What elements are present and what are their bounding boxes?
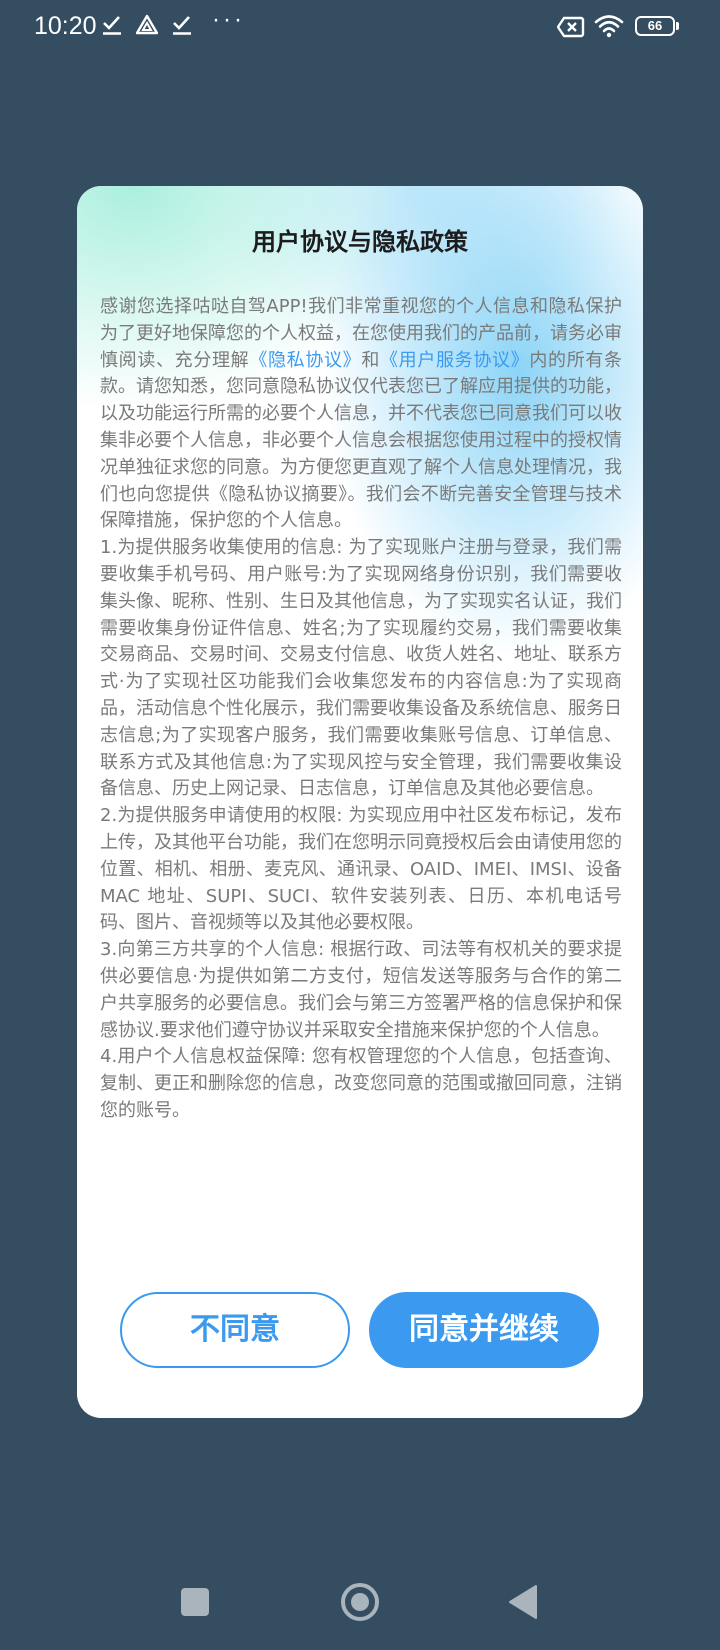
more-notifications-icon: ··· bbox=[212, 6, 245, 33]
dialog-body: 感谢您选择咕哒自驾APP!我们非常重视您的个人信息和隐私保护为了更好地保障您的个… bbox=[100, 294, 622, 1125]
status-bar: 10:20 ··· 66 bbox=[0, 0, 720, 56]
user-service-agreement-link[interactable]: 《用户服务协议》 bbox=[380, 350, 529, 371]
home-icon[interactable] bbox=[340, 1582, 380, 1622]
back-icon[interactable] bbox=[508, 1584, 538, 1620]
wifi-icon bbox=[594, 14, 624, 42]
section-collected-info: 1.为提供服务收集使用的信息: 为了实现账户注册与登录，我们需要收集手机号码、用… bbox=[100, 537, 622, 800]
section-permissions: 2.为提供服务申请使用的权限: 为实现应用中社区发布标记，发布上传，及其他平台功… bbox=[100, 805, 622, 934]
check-download-icon bbox=[102, 14, 122, 40]
status-time: 10:20 bbox=[34, 12, 97, 40]
dialog-title: 用户协议与隐私政策 bbox=[252, 228, 468, 256]
disagree-button[interactable]: 不同意 bbox=[120, 1292, 350, 1368]
battery-icon: 66 bbox=[635, 16, 679, 36]
privacy-policy-link[interactable]: 《隐私协议》 bbox=[249, 350, 361, 371]
intro-paragraph: 感谢您选择咕哒自驾APP!我们非常重视您的个人信息和隐私保护为了更好地保障您的个… bbox=[100, 294, 622, 535]
navigation-bar bbox=[0, 1570, 720, 1640]
sim-off-icon bbox=[556, 16, 585, 42]
privacy-dialog: 用户协议与隐私政策 感谢您选择咕哒自驾APP!我们非常重视您的个人信息和隐私保护… bbox=[77, 186, 643, 1418]
section-third-party-sharing: 3.向第三方共享的个人信息: 根据行政、司法等有权机关的要求提供必要信息·为提供… bbox=[100, 939, 622, 1041]
recent-apps-icon[interactable] bbox=[181, 1588, 209, 1616]
intro-text-part2: 内的所有条款。请您知悉，您同意隐私协议仅代表您已了解应用提供的功能，以及功能运行… bbox=[100, 349, 623, 532]
drive-icon bbox=[135, 14, 159, 40]
agree-and-continue-button[interactable]: 同意并继续 bbox=[369, 1292, 599, 1368]
section-user-rights: 4.用户个人信息权益保障: 您有权管理您的个人信息，包括查询、复制、更正和删除您… bbox=[100, 1046, 622, 1121]
check-download-icon bbox=[172, 14, 192, 40]
and-text: 和 bbox=[361, 349, 381, 371]
